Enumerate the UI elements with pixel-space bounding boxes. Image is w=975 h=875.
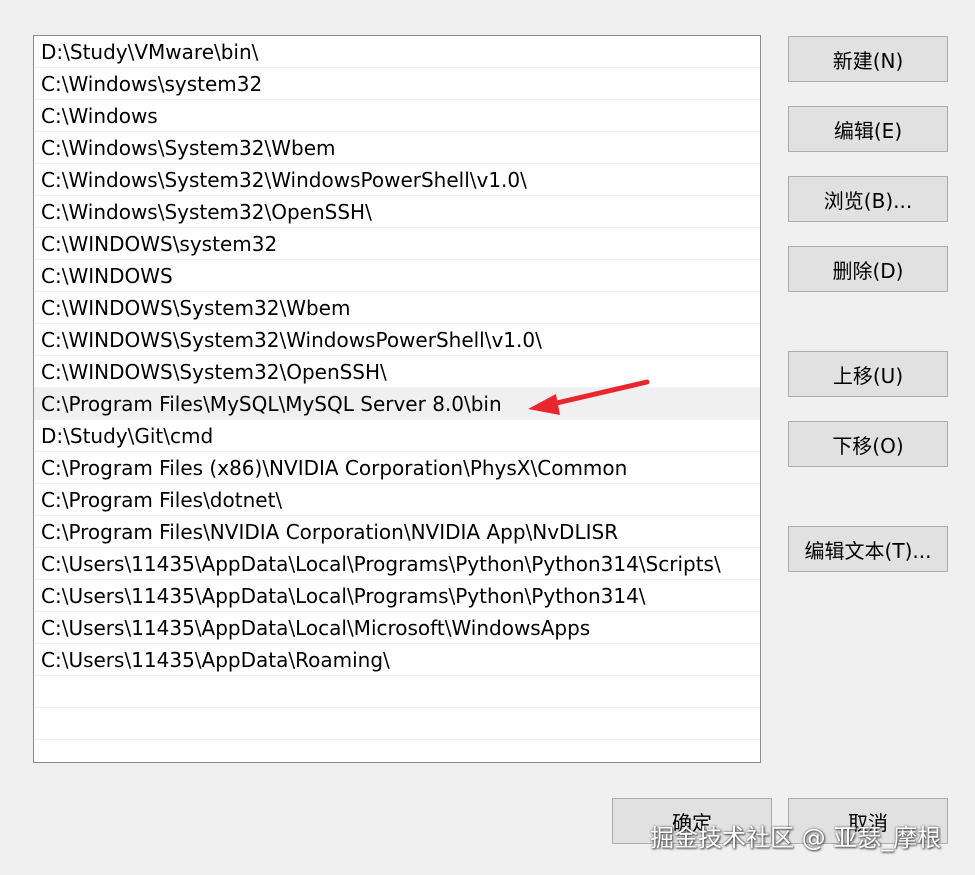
list-item[interactable]: C:\Users\11435\AppData\Local\Programs\Py… xyxy=(34,580,760,612)
browse-button[interactable]: 浏览(B)... xyxy=(788,176,948,222)
list-item[interactable]: C:\WINDOWS\System32\WindowsPowerShell\v1… xyxy=(34,324,760,356)
list-item[interactable]: D:\Study\Git\cmd xyxy=(34,420,760,452)
list-item-empty[interactable] xyxy=(34,708,760,740)
list-item[interactable]: C:\WINDOWS\System32\OpenSSH\ xyxy=(34,356,760,388)
move-up-button[interactable]: 上移(U) xyxy=(788,351,948,397)
list-item[interactable]: C:\WINDOWS\System32\Wbem xyxy=(34,292,760,324)
list-item[interactable]: C:\Users\11435\AppData\Local\Programs\Py… xyxy=(34,548,760,580)
list-item[interactable]: C:\Program Files\dotnet\ xyxy=(34,484,760,516)
list-item-selected[interactable]: C:\Program Files\MySQL\MySQL Server 8.0\… xyxy=(34,388,760,420)
new-button[interactable]: 新建(N) xyxy=(788,36,948,82)
edit-button[interactable]: 编辑(E) xyxy=(788,106,948,152)
path-list[interactable]: D:\Study\VMware\bin\ C:\Windows\system32… xyxy=(33,35,761,763)
list-item[interactable]: C:\Program Files\NVIDIA Corporation\NVID… xyxy=(34,516,760,548)
list-item[interactable]: C:\Windows\System32\WindowsPowerShell\v1… xyxy=(34,164,760,196)
edit-text-button[interactable]: 编辑文本(T)... xyxy=(788,526,948,572)
list-item[interactable]: C:\Users\11435\AppData\Roaming\ xyxy=(34,644,760,676)
list-item[interactable]: C:\Windows\system32 xyxy=(34,68,760,100)
watermark: 掘金技术社区 @ 亚瑟_摩根 xyxy=(650,824,942,852)
move-down-button[interactable]: 下移(O) xyxy=(788,421,948,467)
delete-button[interactable]: 删除(D) xyxy=(788,246,948,292)
list-item-empty[interactable] xyxy=(34,676,760,708)
list-item[interactable]: D:\Study\VMware\bin\ xyxy=(34,36,760,68)
list-item[interactable]: C:\Windows xyxy=(34,100,760,132)
list-item-empty[interactable] xyxy=(34,740,760,762)
list-item[interactable]: C:\WINDOWS\system32 xyxy=(34,228,760,260)
list-item[interactable]: C:\WINDOWS xyxy=(34,260,760,292)
list-item[interactable]: C:\Users\11435\AppData\Local\Microsoft\W… xyxy=(34,612,760,644)
list-item[interactable]: C:\Windows\System32\OpenSSH\ xyxy=(34,196,760,228)
list-item[interactable]: C:\Program Files (x86)\NVIDIA Corporatio… xyxy=(34,452,760,484)
list-item[interactable]: C:\Windows\System32\Wbem xyxy=(34,132,760,164)
